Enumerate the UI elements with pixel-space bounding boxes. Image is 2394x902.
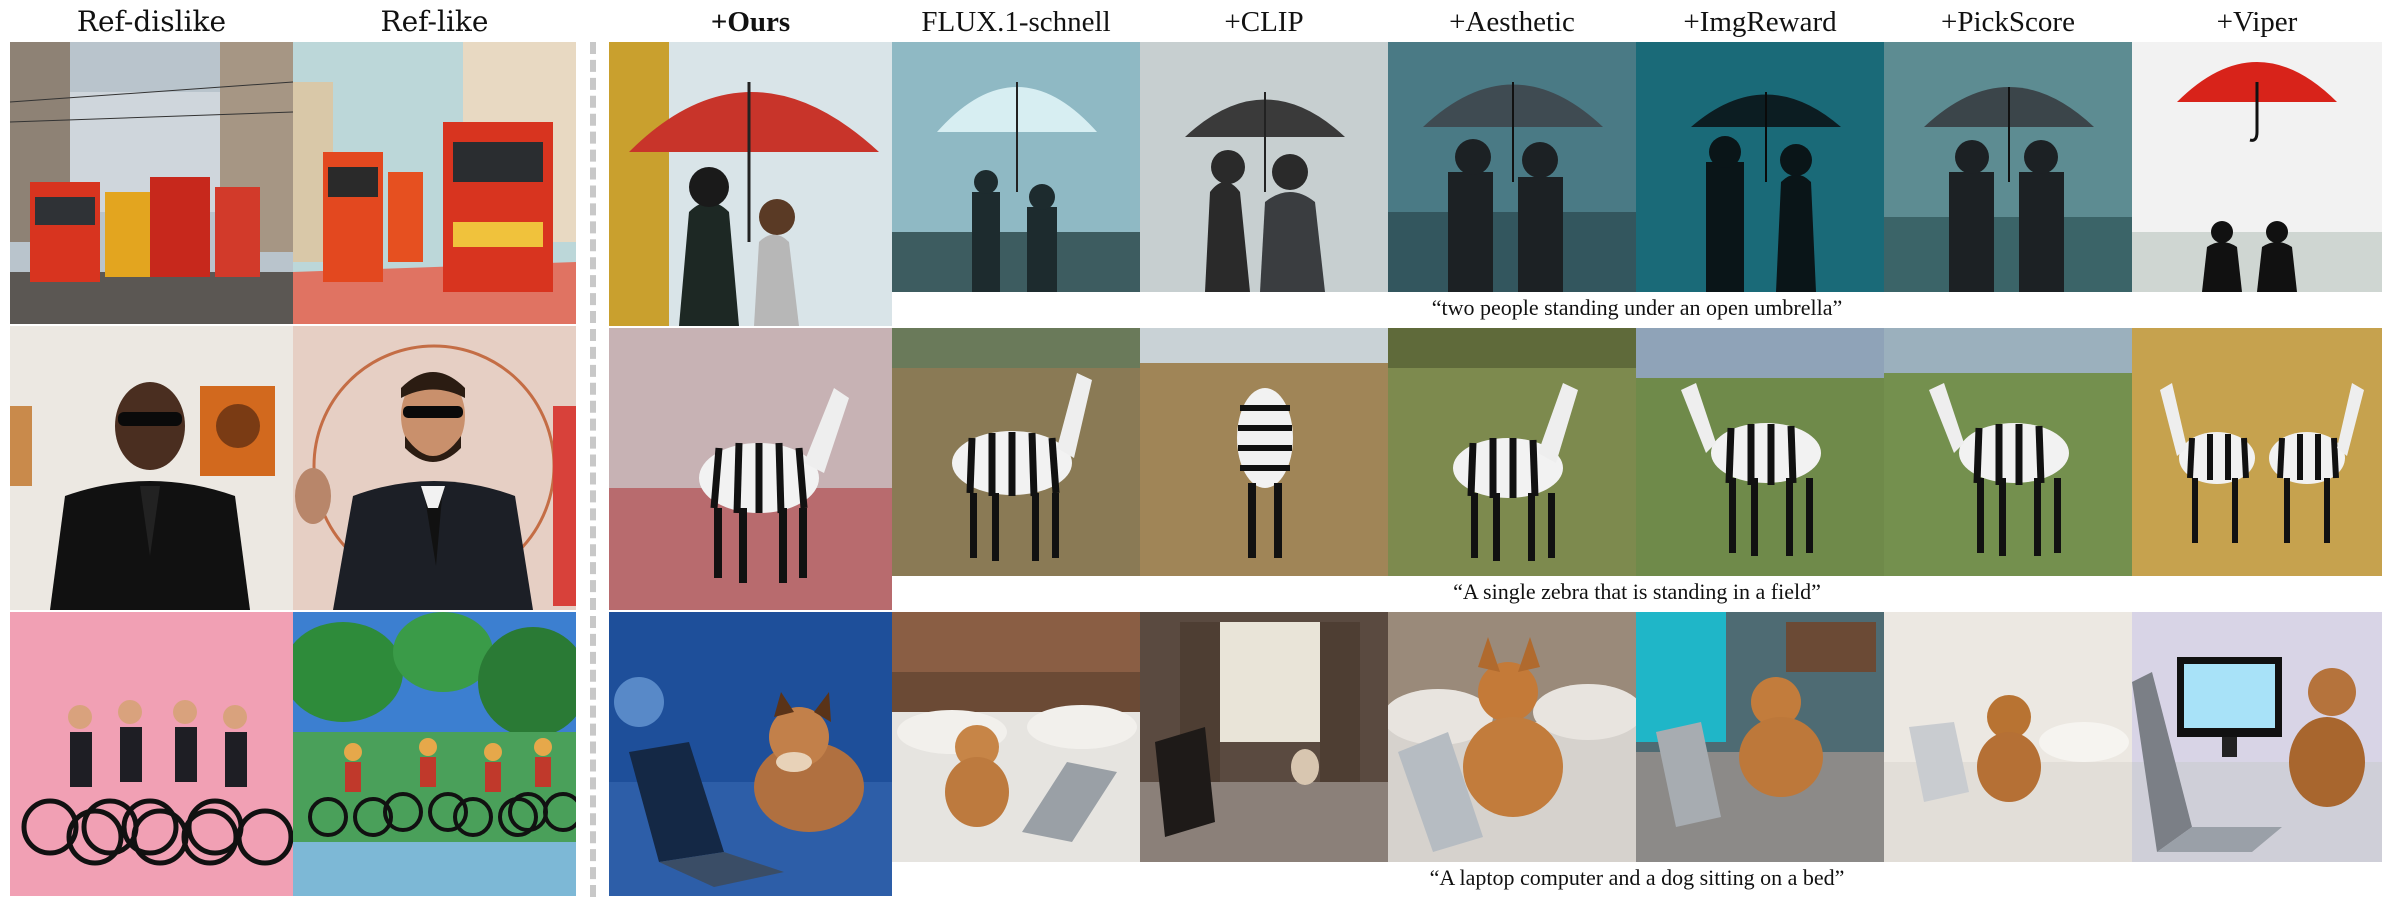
header-ours: +Ours xyxy=(710,6,791,38)
row2-aesthetic-image xyxy=(1388,328,1636,576)
header-ref-dislike: Ref-dislike xyxy=(76,5,227,38)
header-ref-like: Ref-like xyxy=(380,5,489,38)
row3-imgreward-image xyxy=(1636,612,1884,862)
row2-clip-image xyxy=(1140,328,1388,576)
row1-imgreward-image xyxy=(1636,42,1884,292)
row3-clip-image xyxy=(1140,612,1388,862)
row1-aesthetic-image xyxy=(1388,42,1636,292)
row2-pickscore-image xyxy=(1884,328,2132,576)
header-viper: +Viper xyxy=(2216,6,2298,38)
ref-like-cyclists-image xyxy=(293,612,576,896)
row2-imgreward-image xyxy=(1636,328,1884,576)
header-pickscore: +PickScore xyxy=(1941,6,2075,38)
row2-caption: “A single zebra that is standing in a fi… xyxy=(1453,579,1821,604)
row3-pickscore-image xyxy=(1884,612,2132,862)
row2-ours-image xyxy=(609,328,892,610)
column-separator xyxy=(590,42,596,897)
row1-ours-image xyxy=(609,42,892,326)
header-flux: FLUX.1-schnell xyxy=(921,6,1111,38)
row1-viper-image xyxy=(2132,42,2382,292)
row3-aesthetic-image xyxy=(1388,612,1636,862)
row2-flux-image xyxy=(892,328,1140,576)
header-aesthetic: +Aesthetic xyxy=(1449,6,1575,38)
ref-like-man-suit-image xyxy=(293,326,576,610)
row1-caption: “two people standing under an open umbre… xyxy=(1431,295,1843,320)
header-imgreward: +ImgReward xyxy=(1683,6,1837,38)
header-clip: +CLIP xyxy=(1224,6,1304,38)
ref-dislike-trams-image xyxy=(10,42,293,324)
row3-flux-image xyxy=(892,612,1140,862)
ref-dislike-cyclists-image xyxy=(10,612,293,896)
ref-dislike-man-gallery-image xyxy=(10,326,293,610)
row1-flux-image xyxy=(892,42,1140,292)
row2-viper-image xyxy=(2132,328,2382,576)
row3-ours-image xyxy=(609,612,892,896)
row3-caption: “A laptop computer and a dog sitting on … xyxy=(1429,865,1845,890)
row3-viper-image xyxy=(2132,612,2382,862)
row1-pickscore-image xyxy=(1884,42,2132,292)
ref-like-trams-image xyxy=(293,42,576,324)
row1-clip-image xyxy=(1140,42,1388,292)
